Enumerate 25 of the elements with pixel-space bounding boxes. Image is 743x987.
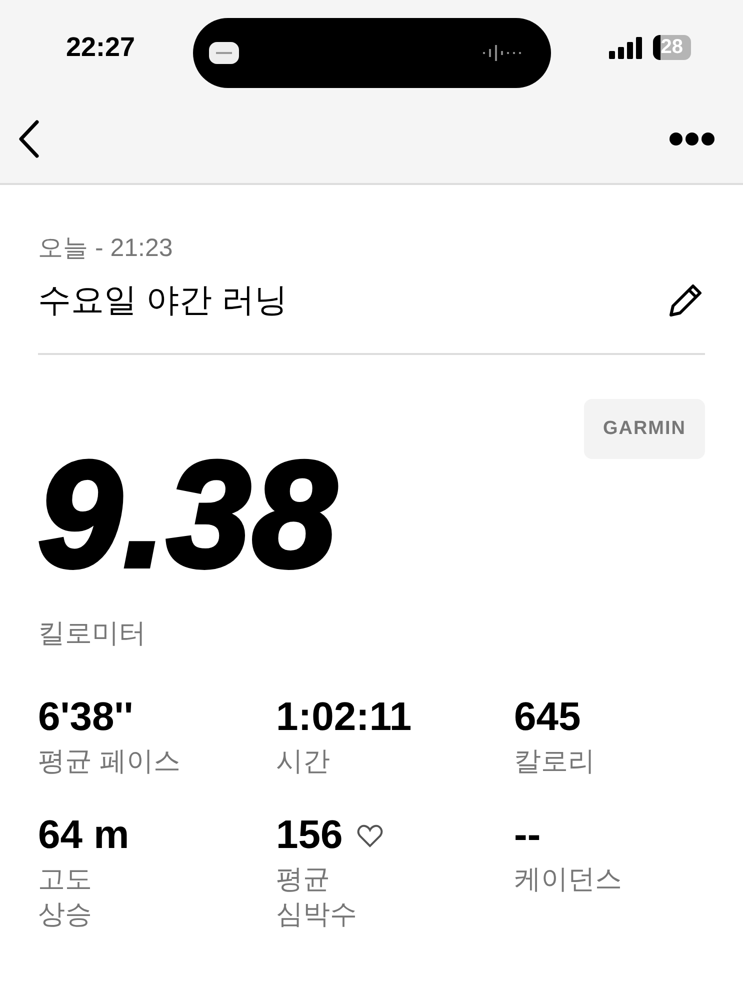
stat-value: -- xyxy=(514,813,541,858)
back-icon[interactable] xyxy=(18,120,40,158)
more-icon[interactable] xyxy=(669,132,715,146)
activity-title: 수요일 야간 러닝 xyxy=(38,280,288,320)
stat-label: 평균 페이스 xyxy=(38,745,182,778)
waveform-icon xyxy=(482,44,523,60)
stat-label: 평균 심박수 xyxy=(276,863,358,932)
battery-indicator: 28 xyxy=(652,35,691,60)
stat-value: 64 m xyxy=(38,813,130,858)
distance-value: 9.38 xyxy=(38,439,338,589)
stat-label: 시간 xyxy=(276,745,331,778)
source-badge: GARMIN xyxy=(584,399,705,459)
stat-value: 6'38'' xyxy=(38,695,134,740)
stat-value: 156 xyxy=(276,813,343,858)
stat-value: 645 xyxy=(514,695,581,740)
stat-label: 케이던스 xyxy=(514,863,623,896)
thumbnail-icon xyxy=(208,42,239,64)
stat-value: 1:02:11 xyxy=(276,695,412,740)
signal-icon xyxy=(608,36,643,58)
status-time: 22:27 xyxy=(66,32,136,63)
distance-unit: 킬로미터 xyxy=(38,617,147,650)
activity-date: 오늘 - 21:23 xyxy=(38,233,174,264)
stat-label: 칼로리 xyxy=(514,745,596,778)
stat-label: 고도 상승 xyxy=(38,863,93,932)
heart-icon xyxy=(356,824,383,848)
